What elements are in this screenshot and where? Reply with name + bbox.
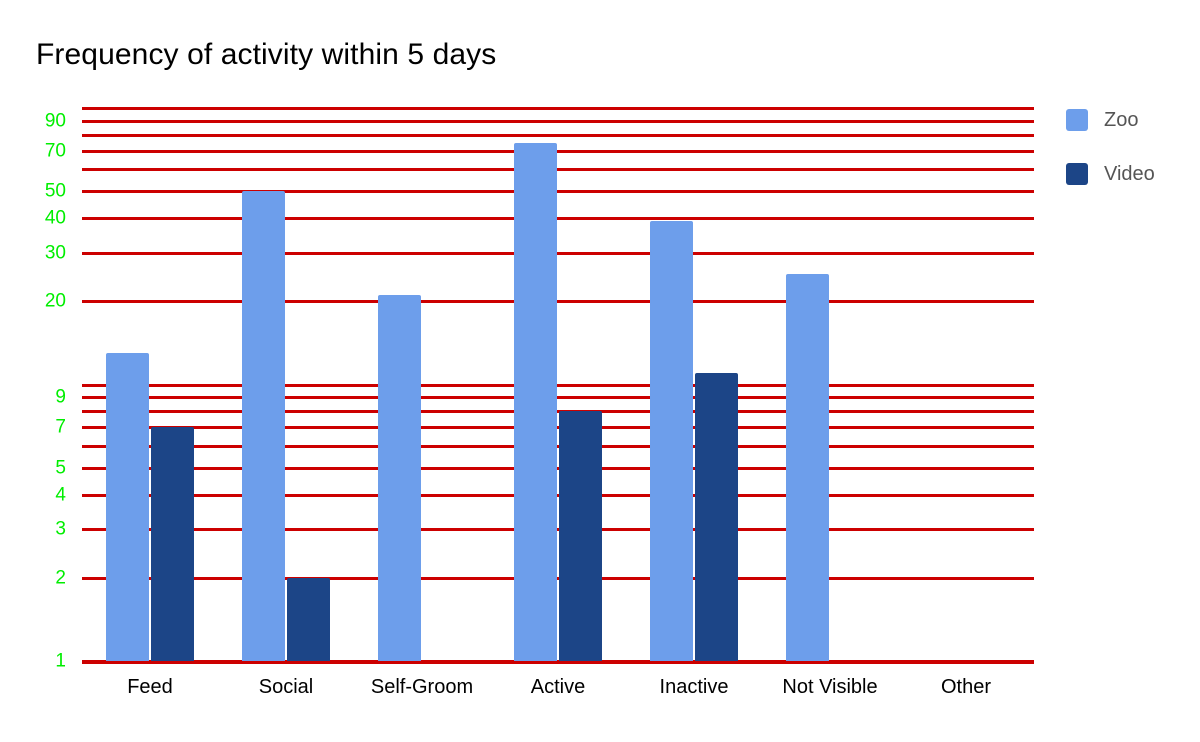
y-axis-tick-label: 9 (55, 386, 66, 408)
legend-swatch-video (1066, 163, 1088, 185)
bars-layer (82, 108, 1034, 661)
bar-zoo-not-visible[interactable] (786, 274, 829, 661)
chart-container: Frequency of activity within 5 days 90 70… (0, 0, 1200, 742)
chart-title: Frequency of activity within 5 days (36, 38, 497, 71)
bar-video-social[interactable] (287, 577, 330, 661)
bar-zoo-inactive[interactable] (650, 221, 693, 661)
x-axis-tick-label: Inactive (659, 676, 729, 698)
chart-legend: Zoo Video (1066, 108, 1196, 216)
x-axis-tick-label: Self-Groom (370, 676, 474, 698)
y-axis-tick-label: 1 (55, 650, 66, 672)
bar-video-inactive[interactable] (695, 373, 738, 661)
y-axis-tick-label: 7 (55, 416, 66, 438)
legend-label: Zoo (1104, 108, 1139, 131)
x-axis-tick-labels: Feed Social Self-Groom Active Inactive Not Vi… (82, 674, 1034, 708)
legend-item-video[interactable]: Video (1066, 162, 1196, 186)
legend-label: Video (1104, 162, 1155, 185)
bar-video-active[interactable] (559, 411, 602, 661)
legend-swatch-zoo (1066, 109, 1088, 131)
bar-zoo-social[interactable] (242, 191, 285, 661)
y-axis-tick-label: 4 (55, 484, 66, 506)
x-axis-tick-label: Active (530, 676, 586, 698)
bar-zoo-active[interactable] (514, 142, 557, 661)
y-axis-tick-label: 5 (55, 457, 66, 479)
x-axis-tick-label: Not Visible (782, 676, 878, 698)
y-axis-tick-label: 3 (55, 518, 66, 540)
y-axis-tick-labels: 90 70 50 40 30 20 9 7 5 4 3 2 1 (0, 108, 76, 670)
y-axis-tick-label: 20 (44, 290, 66, 312)
bar-zoo-feed[interactable] (106, 353, 149, 661)
y-axis-tick-label: 70 (44, 140, 66, 162)
y-axis-tick-label: 40 (44, 207, 66, 229)
y-axis-tick-label: 30 (44, 242, 66, 264)
y-axis-tick-label: 2 (55, 567, 66, 589)
bar-zoo-self-groom[interactable] (378, 295, 421, 661)
x-axis-tick-label: Feed (127, 676, 173, 698)
y-axis-tick-label: 50 (44, 180, 66, 202)
x-axis-tick-label: Social (258, 676, 314, 698)
y-axis-tick-label: 90 (44, 110, 66, 132)
legend-item-zoo[interactable]: Zoo (1066, 108, 1196, 132)
bar-video-feed[interactable] (151, 427, 194, 661)
x-axis-tick-label: Other (940, 676, 992, 698)
